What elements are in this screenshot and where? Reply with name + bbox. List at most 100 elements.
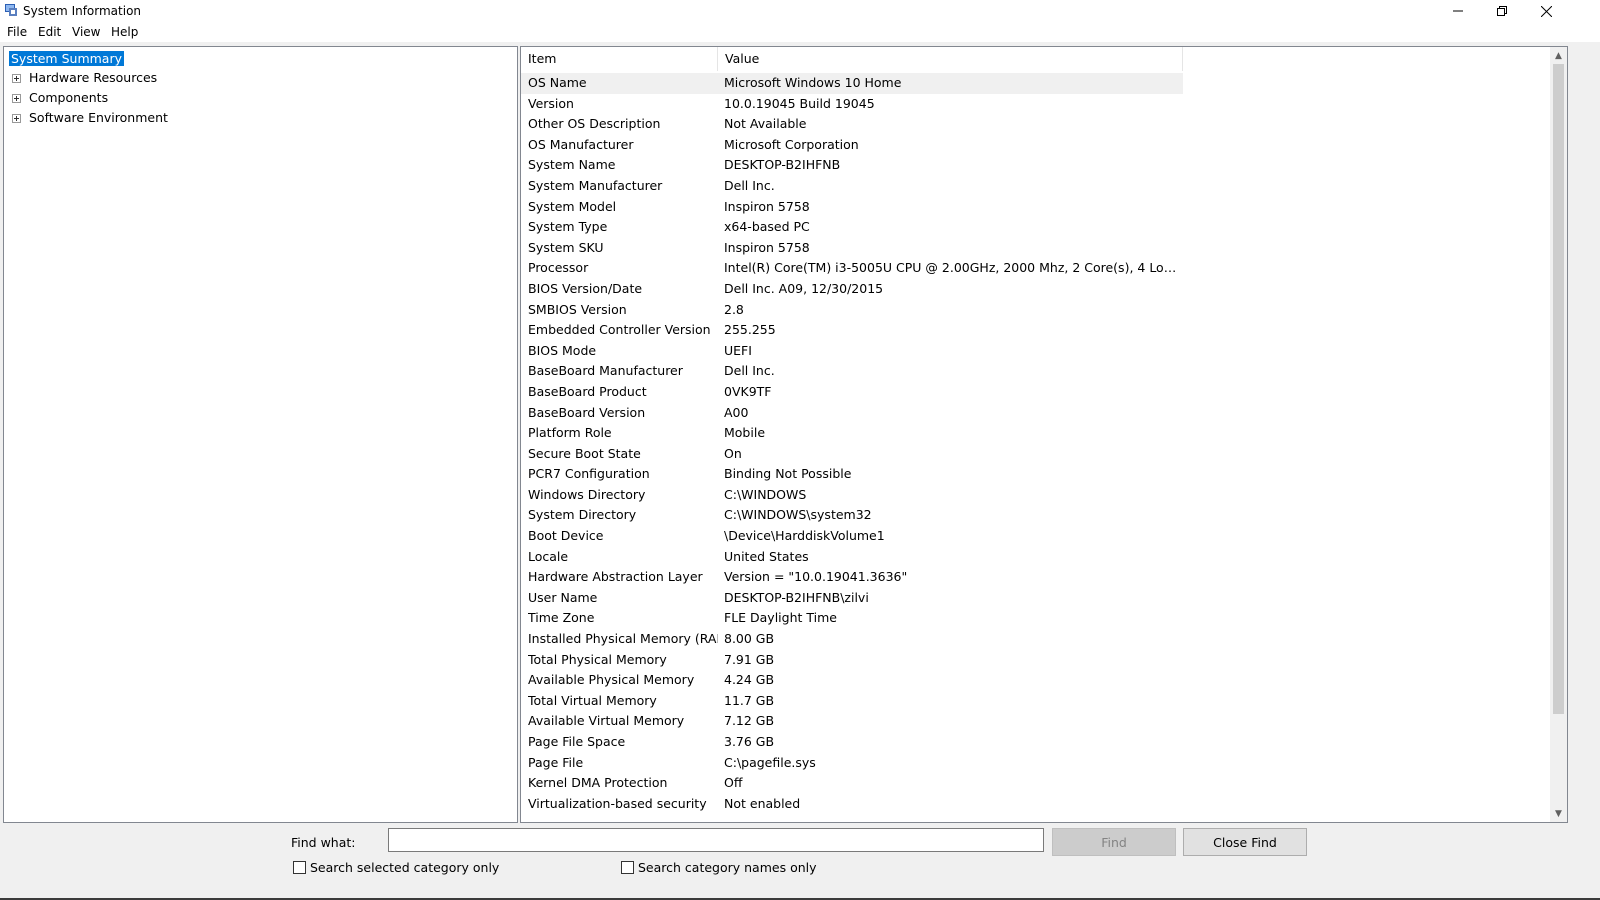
checkbox-icon[interactable] xyxy=(621,861,634,874)
menu-view[interactable]: View xyxy=(72,25,100,39)
item-cell: Kernel DMA Protection xyxy=(528,775,668,791)
value-cell: Dell Inc. xyxy=(724,177,775,193)
table-row[interactable]: OS Manufacturer Microsoft Corporation xyxy=(521,135,1547,156)
table-row[interactable]: OS Name Microsoft Windows 10 Home xyxy=(521,73,1183,94)
table-row[interactable]: Virtualization-based security Not enabled xyxy=(521,794,1547,815)
value-cell: Microsoft Windows 10 Home xyxy=(724,75,902,90)
table-row[interactable]: Total Physical Memory 7.91 GB xyxy=(521,650,1547,671)
scroll-thumb[interactable] xyxy=(1553,64,1564,714)
table-row[interactable]: BaseBoard Manufacturer Dell Inc. xyxy=(521,361,1547,382)
column-header-item[interactable]: Item xyxy=(521,47,718,71)
scroll-up-icon[interactable]: ▲ xyxy=(1550,47,1567,64)
table-row[interactable]: Version 10.0.19045 Build 19045 xyxy=(521,94,1547,115)
table-row[interactable]: Boot Device \Device\HarddiskVolume1 xyxy=(521,526,1547,547)
menu-edit[interactable]: Edit xyxy=(38,25,61,39)
value-cell: UEFI xyxy=(724,342,752,358)
value-cell: DESKTOP-B2IHFNB xyxy=(724,157,841,173)
value-cell: 7.91 GB xyxy=(724,651,775,667)
restore-icon xyxy=(1497,6,1507,16)
tree-item-system-summary[interactable]: System Summary xyxy=(9,50,124,68)
minimize-button[interactable] xyxy=(1436,0,1480,22)
table-row[interactable]: Locale United States xyxy=(521,547,1547,568)
table-row[interactable]: System Name DESKTOP-B2IHFNB xyxy=(521,155,1547,176)
details-list[interactable]: Item Value OS Name Microsoft Windows 10 H… xyxy=(520,46,1568,823)
title-bar: System Information xyxy=(0,0,1600,22)
value-cell: United States xyxy=(724,548,809,564)
value-cell: Version = "10.0.19041.3636" xyxy=(724,569,908,585)
value-cell: C:\WINDOWS xyxy=(724,486,807,502)
value-cell: FLE Daylight Time xyxy=(724,610,837,626)
tree-item-software-environment[interactable]: Software Environment xyxy=(12,109,212,127)
item-cell: SMBIOS Version xyxy=(528,301,627,317)
table-row[interactable]: Kernel DMA Protection Off xyxy=(521,773,1547,794)
menu-file[interactable]: File xyxy=(7,25,27,39)
search-category-names-checkbox[interactable]: Search category names only xyxy=(621,860,817,875)
item-cell: Secure Boot State xyxy=(528,445,641,461)
table-row[interactable]: BIOS Version/Date Dell Inc. A09, 12/30/20… xyxy=(521,279,1547,300)
table-row[interactable]: Installed Physical Memory (RAM) 8.00 GB xyxy=(521,629,1547,650)
value-cell: \Device\HarddiskVolume1 xyxy=(724,528,885,544)
table-row[interactable]: System Manufacturer Dell Inc. xyxy=(521,176,1547,197)
value-cell: 10.0.19045 Build 19045 xyxy=(724,95,875,111)
table-row[interactable]: System SKU Inspiron 5758 xyxy=(521,238,1547,259)
table-row[interactable]: SMBIOS Version 2.8 xyxy=(521,300,1547,321)
find-button[interactable]: Find xyxy=(1052,828,1176,856)
table-row[interactable]: Embedded Controller Version 255.255 xyxy=(521,320,1547,341)
value-cell: 8.00 GB xyxy=(724,631,775,647)
column-header-value[interactable]: Value xyxy=(718,47,1183,71)
table-row[interactable]: Other OS Description Not Available xyxy=(521,114,1547,135)
item-cell: Total Physical Memory xyxy=(528,651,667,667)
tree-item-hardware-resources[interactable]: Hardware Resources xyxy=(12,69,212,87)
table-row[interactable]: User Name DESKTOP-B2IHFNB\zilvi xyxy=(521,588,1547,609)
item-cell: System Manufacturer xyxy=(528,177,663,193)
table-row[interactable]: PCR7 Configuration Binding Not Possible xyxy=(521,464,1547,485)
table-row[interactable]: System Model Inspiron 5758 xyxy=(521,197,1547,218)
value-cell: Intel(R) Core(TM) i3-5005U CPU @ 2.00GHz… xyxy=(724,260,1179,276)
tree-item-components[interactable]: Components xyxy=(12,89,212,107)
close-find-button[interactable]: Close Find xyxy=(1183,828,1307,856)
item-cell: Windows Directory xyxy=(528,486,646,502)
restore-button[interactable] xyxy=(1480,0,1524,22)
item-cell: System SKU xyxy=(528,239,604,255)
table-row[interactable]: BaseBoard Version A00 xyxy=(521,403,1547,424)
table-row[interactable]: Hardware Abstraction Layer Version = "10.… xyxy=(521,567,1547,588)
close-window-button[interactable] xyxy=(1524,0,1568,22)
expand-icon[interactable] xyxy=(12,94,21,103)
table-row[interactable]: BIOS Mode UEFI xyxy=(521,341,1547,362)
value-cell: x64-based PC xyxy=(724,219,810,235)
expand-icon[interactable] xyxy=(12,74,21,83)
scroll-down-icon[interactable]: ▼ xyxy=(1550,805,1567,822)
expand-icon[interactable] xyxy=(12,114,21,123)
table-row[interactable]: Platform Role Mobile xyxy=(521,423,1547,444)
table-row[interactable]: System Directory C:\WINDOWS\system32 xyxy=(521,505,1547,526)
category-tree[interactable]: System Summary Hardware Resources Compon… xyxy=(3,46,518,823)
checkbox-icon[interactable] xyxy=(293,861,306,874)
value-cell: Dell Inc. A09, 12/30/2015 xyxy=(724,280,884,296)
item-cell: System Name xyxy=(528,157,616,173)
table-row[interactable]: System Type x64-based PC xyxy=(521,217,1547,238)
find-what-input[interactable] xyxy=(388,828,1044,852)
item-cell: Hardware Abstraction Layer xyxy=(528,569,703,585)
table-row[interactable]: Time Zone FLE Daylight Time xyxy=(521,608,1547,629)
table-row[interactable]: Page File C:\pagefile.sys xyxy=(521,753,1547,774)
search-selected-category-checkbox[interactable]: Search selected category only xyxy=(293,860,499,875)
item-cell: BIOS Version/Date xyxy=(528,280,643,296)
table-row[interactable]: Total Virtual Memory 11.7 GB xyxy=(521,691,1547,712)
item-cell: Boot Device xyxy=(528,528,604,544)
menu-help[interactable]: Help xyxy=(111,25,138,39)
item-cell: Installed Physical Memory (RAM) xyxy=(528,631,718,647)
table-row[interactable]: Windows Directory C:\WINDOWS xyxy=(521,485,1547,506)
table-row[interactable]: Available Physical Memory 4.24 GB xyxy=(521,670,1547,691)
close-icon xyxy=(1540,5,1552,17)
item-cell: BaseBoard Product xyxy=(528,383,647,399)
item-cell: PCR7 Configuration xyxy=(528,466,650,482)
table-row[interactable]: Available Virtual Memory 7.12 GB xyxy=(521,711,1547,732)
item-cell: OS Manufacturer xyxy=(528,136,634,152)
vertical-scrollbar[interactable]: ▲ ▼ xyxy=(1550,47,1567,822)
table-row[interactable]: Page File Space 3.76 GB xyxy=(521,732,1547,753)
value-cell: Off xyxy=(724,775,743,791)
table-row[interactable]: BaseBoard Product 0VK9TF xyxy=(521,382,1547,403)
table-row[interactable]: Secure Boot State On xyxy=(521,444,1547,465)
table-row[interactable]: Processor Intel(R) Core(TM) i3-5005U CPU … xyxy=(521,258,1547,279)
value-cell: Mobile xyxy=(724,425,766,441)
